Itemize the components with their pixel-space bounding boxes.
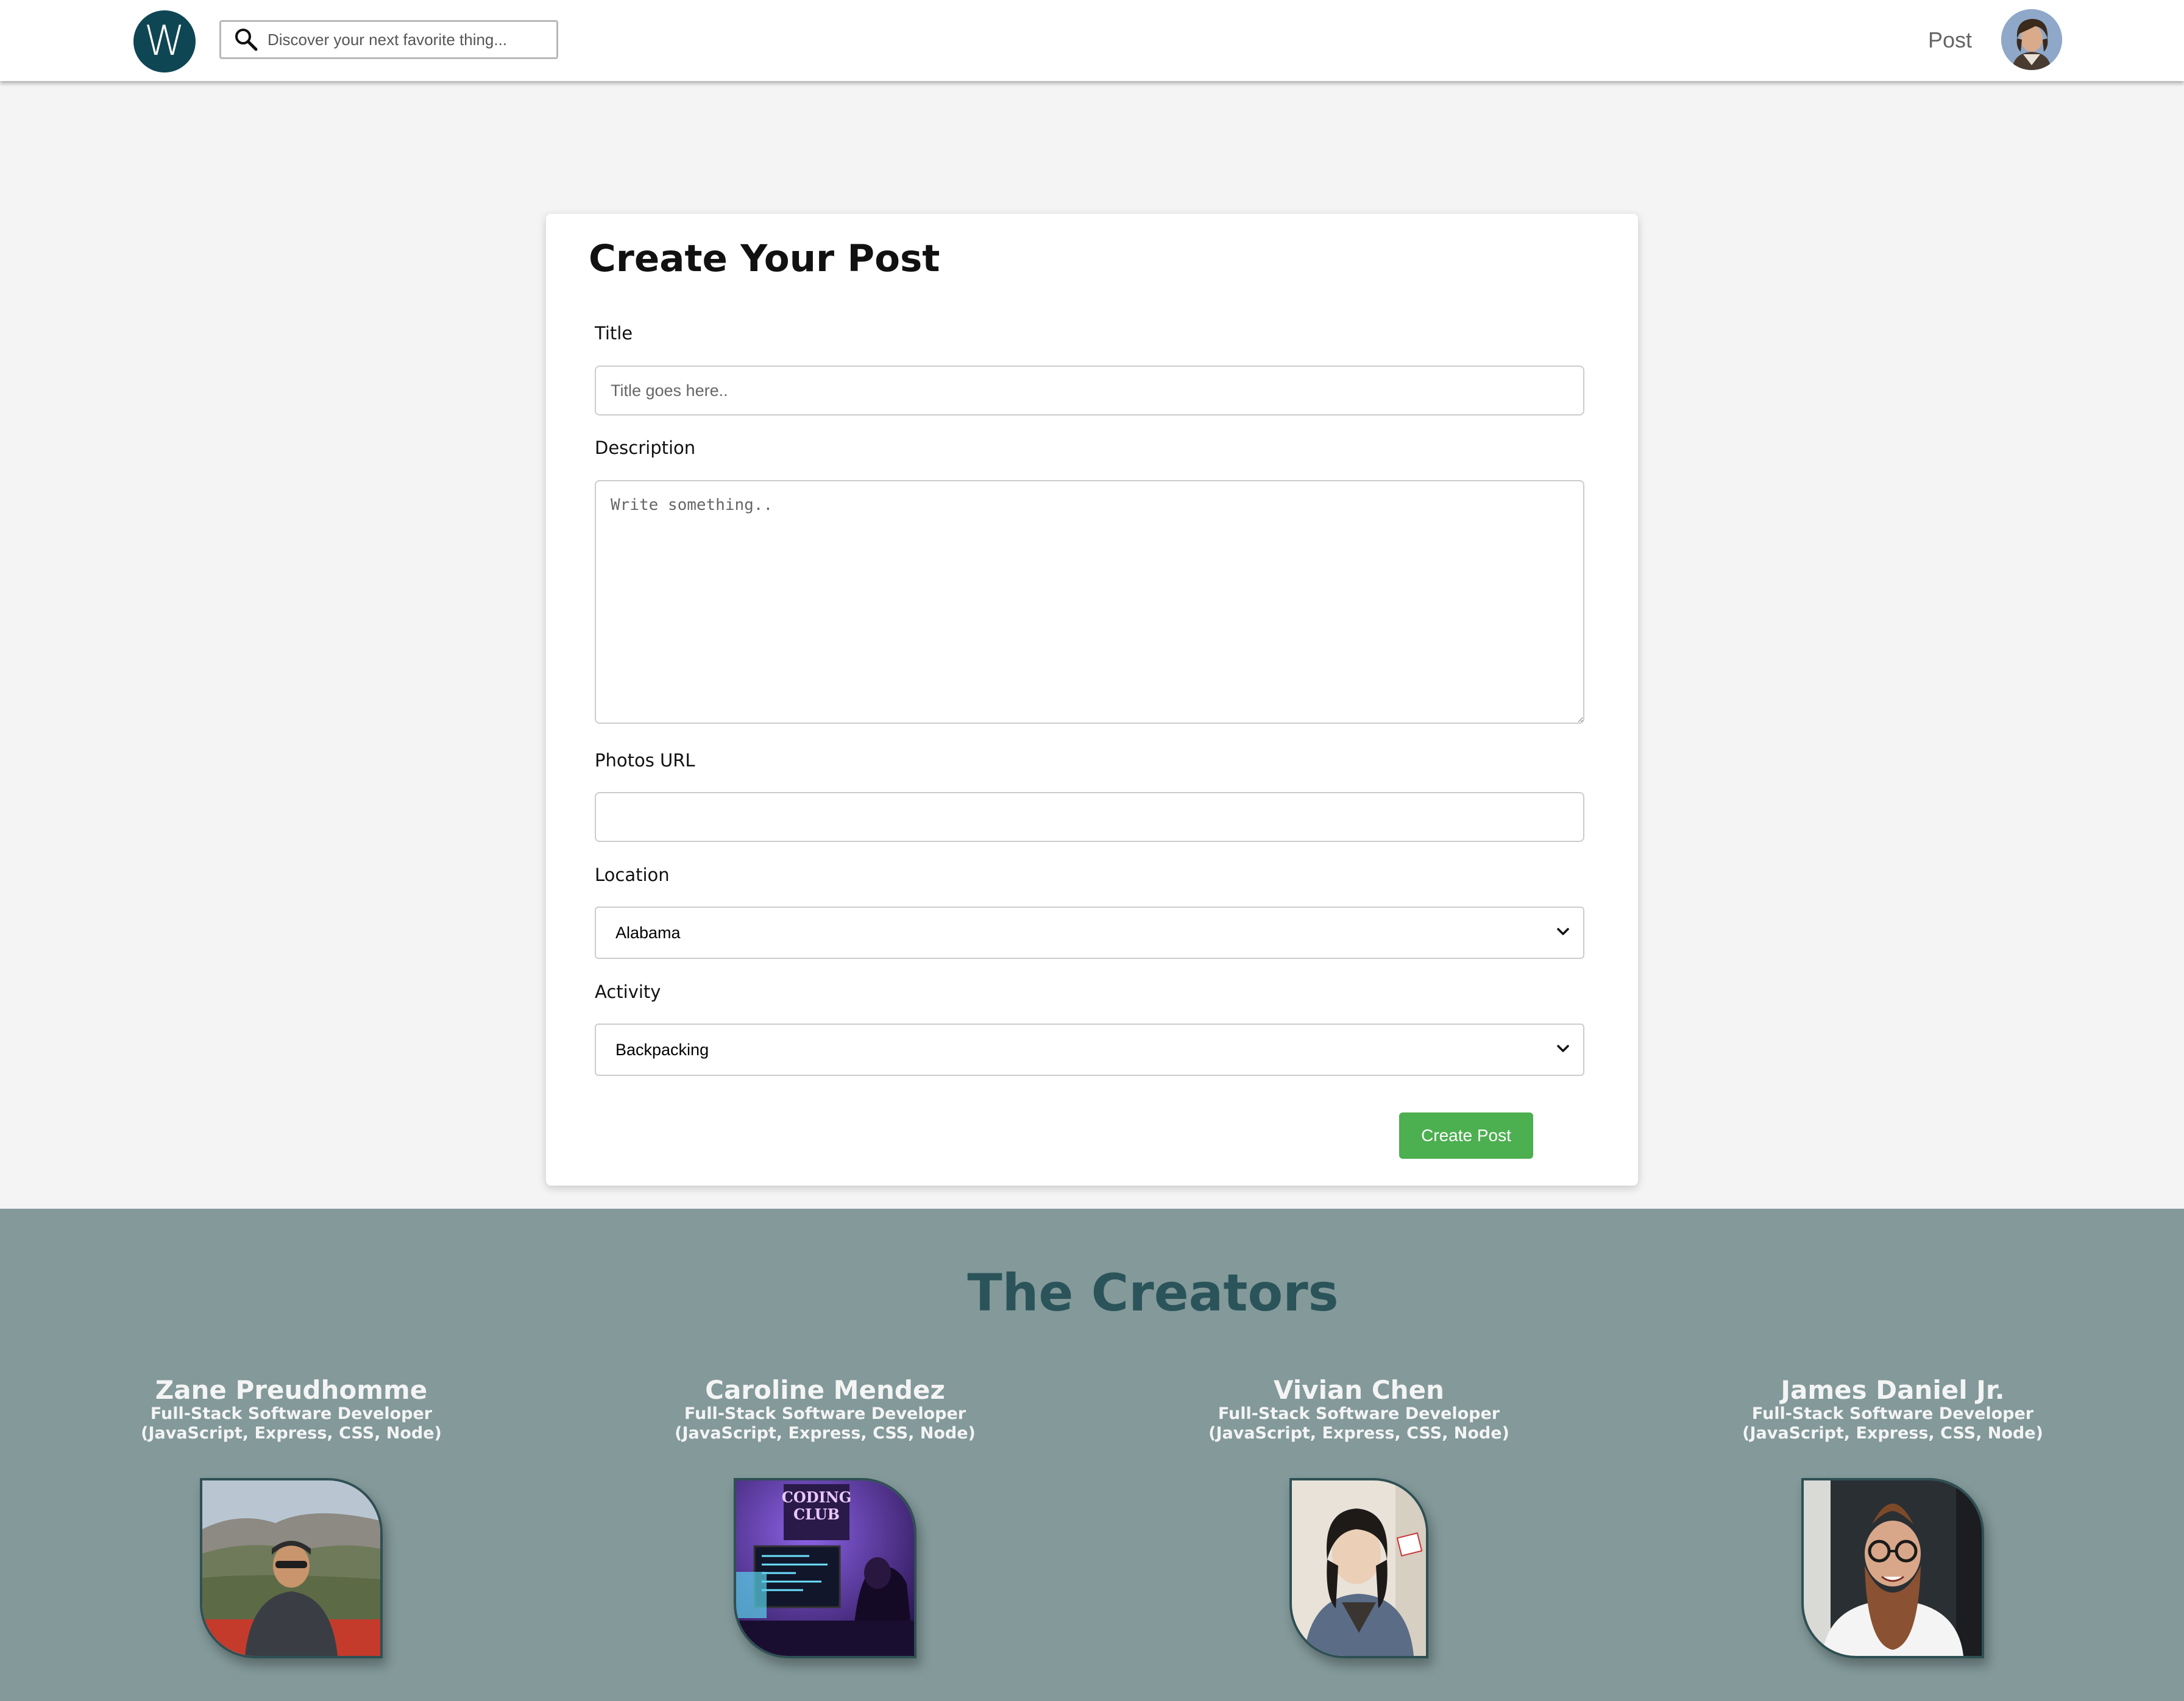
- creator-photo: CODING CLUB: [734, 1478, 916, 1658]
- creator-role: Full-Stack Software Developer: [1751, 1404, 2034, 1423]
- title-input[interactable]: [595, 366, 1584, 416]
- creator-name: James Daniel Jr.: [1781, 1375, 2005, 1405]
- creator-photo: [200, 1478, 383, 1658]
- coding-club-sign-line1: CODING: [782, 1488, 851, 1506]
- logo[interactable]: W: [133, 10, 196, 72]
- description-textarea[interactable]: [595, 480, 1584, 724]
- creator-card: Zane Preudhomme Full-Stack Software Deve…: [78, 1376, 505, 1443]
- creator-role: Full-Stack Software Developer: [150, 1404, 433, 1423]
- creator-card: Caroline Mendez Full-Stack Software Deve…: [612, 1376, 1038, 1443]
- creator-name: Caroline Mendez: [705, 1375, 945, 1405]
- creators-section: The Creators Zane Preudhomme Full-Stack …: [0, 1209, 2184, 1701]
- search-input[interactable]: [266, 24, 556, 55]
- location-selected-value: Alabama: [615, 923, 681, 942]
- title-label: Title: [595, 323, 633, 344]
- search-icon: [230, 23, 263, 56]
- creator-role: Full-Stack Software Developer: [684, 1404, 966, 1423]
- activity-label: Activity: [595, 981, 661, 1002]
- location-label: Location: [595, 865, 670, 885]
- photos-url-input[interactable]: [595, 792, 1584, 842]
- create-post-card: Create Your Post Title Description Photo…: [546, 214, 1638, 1186]
- description-label: Description: [595, 437, 696, 458]
- navbar: W Post: [0, 0, 2184, 81]
- photos-url-label: Photos URL: [595, 750, 695, 771]
- creators-heading: The Creators: [967, 1263, 1339, 1323]
- creator-stack: (JavaScript, Express, CSS, Node): [1742, 1424, 2043, 1443]
- chevron-down-icon: [1555, 924, 1571, 942]
- coding-club-sign-line2: CLUB: [793, 1505, 840, 1523]
- creator-photo: [1801, 1478, 1984, 1658]
- activity-selected-value: Backpacking: [615, 1040, 709, 1059]
- page-title: Create Your Post: [589, 237, 940, 280]
- location-select[interactable]: Alabama: [595, 907, 1584, 959]
- creator-stack: (JavaScript, Express, CSS, Node): [675, 1424, 976, 1443]
- chevron-down-icon: [1555, 1041, 1571, 1059]
- creator-card: Vivian Chen Full-Stack Software Develope…: [1146, 1376, 1572, 1443]
- nav-post-link[interactable]: Post: [1928, 23, 1972, 57]
- creator-stack: (JavaScript, Express, CSS, Node): [1208, 1424, 1509, 1443]
- creator-name: Vivian Chen: [1274, 1375, 1444, 1405]
- create-post-button[interactable]: Create Post: [1399, 1112, 1533, 1159]
- creator-name: Zane Preudhomme: [155, 1375, 428, 1405]
- creator-photo: [1289, 1478, 1428, 1658]
- creator-role: Full-Stack Software Developer: [1218, 1404, 1500, 1423]
- search-bar[interactable]: [219, 20, 558, 59]
- creator-stack: (JavaScript, Express, CSS, Node): [141, 1424, 442, 1443]
- avatar[interactable]: [2001, 9, 2062, 70]
- creator-card: James Daniel Jr. Full-Stack Software Dev…: [1679, 1376, 2106, 1443]
- activity-select[interactable]: Backpacking: [595, 1024, 1584, 1076]
